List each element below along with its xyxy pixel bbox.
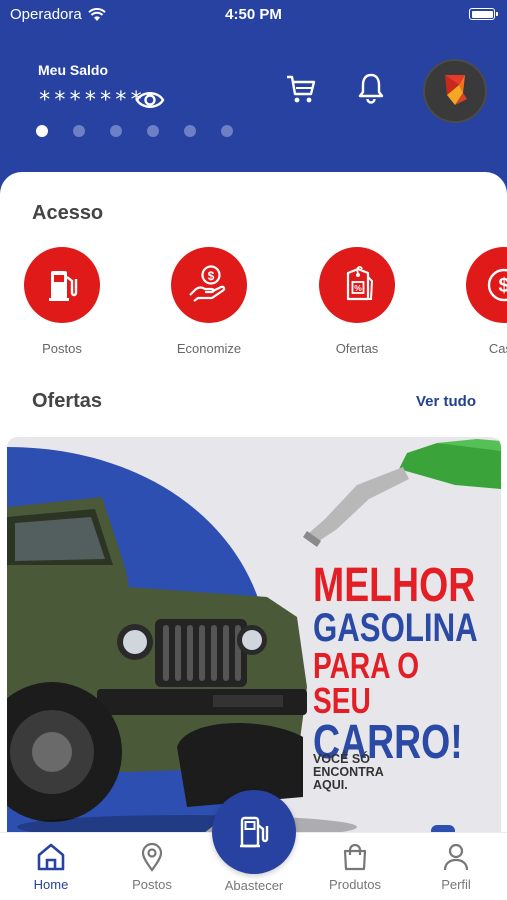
banner-tagline: VOCÊ SÓ ENCONTRA AQUI. (313, 752, 384, 793)
carousel-dot[interactable] (184, 125, 196, 137)
hand-coin-icon: $ (189, 265, 226, 302)
battery-icon (469, 8, 498, 20)
map-pin-icon (141, 842, 163, 872)
banner-headline-line3: PARA O SEU (313, 645, 420, 722)
fuel-pump-icon (240, 816, 269, 848)
refuel-label: Abastecer (224, 878, 284, 893)
access-item-postos[interactable]: Postos (2, 247, 122, 356)
offer-banner[interactable]: MELHOR GASOLINA PARA O SEU CARRO! VOCÊ S… (7, 437, 501, 832)
see-all-link[interactable]: Ver tudo (416, 393, 476, 410)
refuel-button[interactable] (212, 790, 296, 874)
nav-products[interactable]: Produtos (310, 841, 400, 892)
nav-products-label: Produtos (328, 877, 382, 892)
balance-value: ******* (38, 88, 145, 113)
home-icon (37, 843, 65, 871)
carousel-dot[interactable] (110, 125, 122, 137)
carousel-dot[interactable] (147, 125, 159, 137)
nav-profile-label: Perfil (441, 877, 471, 892)
balance-label: Meu Saldo (38, 62, 109, 78)
offers-title: Ofertas (32, 390, 103, 412)
status-bar: Operadora 4:50 PM (0, 0, 507, 28)
access-label: Economize (176, 341, 242, 356)
banner-headline-line1: MELHOR (313, 559, 476, 612)
access-circle: $ (171, 247, 247, 323)
price-tag-icon: % (346, 266, 374, 301)
carousel-dot[interactable] (36, 125, 48, 137)
cart-icon[interactable] (284, 72, 318, 106)
access-circle: $ (466, 247, 507, 323)
carousel-indicator (36, 125, 233, 137)
clock: 4:50 PM (225, 6, 282, 23)
fuel-pump-icon (49, 271, 78, 301)
bell-icon[interactable] (354, 71, 388, 105)
svg-text:$: $ (498, 275, 507, 297)
carousel-dot[interactable] (73, 125, 85, 137)
banner-headline-line2: GASOLINA (313, 606, 478, 651)
access-circle (24, 247, 100, 323)
access-title: Acesso (32, 202, 104, 224)
access-item-ofertas[interactable]: % Ofertas (297, 247, 417, 356)
access-item-economize[interactable]: $ Economize (149, 247, 269, 356)
nav-profile[interactable]: Perfil (411, 841, 501, 892)
avatar[interactable] (423, 59, 487, 123)
access-label: Cash (488, 341, 507, 356)
main-card: Acesso Postos $ Economize % Ofertas $ Ca… (0, 172, 507, 832)
brand-logo-icon (445, 75, 467, 105)
nav-home[interactable]: Home (6, 841, 96, 892)
banner-headline: MELHOR GASOLINA PARA O SEU CARRO! (313, 559, 478, 766)
eye-icon[interactable] (134, 86, 166, 114)
carousel-dot[interactable] (221, 125, 233, 137)
nav-home-label: Home (33, 877, 69, 892)
access-circle: % (319, 247, 395, 323)
banner-tagline-line: AQUI. (313, 778, 348, 793)
svg-text:%: % (354, 283, 362, 293)
access-item-cash[interactable]: $ Cash (444, 247, 507, 356)
nav-stations[interactable]: Postos (107, 841, 197, 892)
user-icon (443, 843, 469, 871)
svg-text:$: $ (208, 269, 215, 283)
nav-stations-label: Postos (132, 877, 172, 892)
cashback-icon: $ (487, 268, 507, 302)
shopping-bag-icon (343, 843, 367, 871)
access-label: Ofertas (335, 341, 379, 356)
access-label: Postos (42, 341, 82, 356)
